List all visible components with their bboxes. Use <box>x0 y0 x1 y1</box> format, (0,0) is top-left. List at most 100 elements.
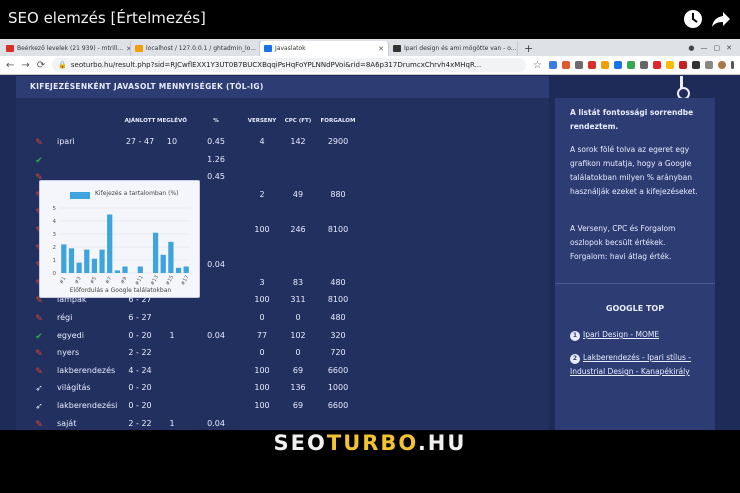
pencil-icon[interactable]: ✎ <box>34 349 44 359</box>
rocket-icon[interactable]: ➶ <box>34 384 44 394</box>
bookmark-star-icon[interactable]: ☆ <box>533 60 542 71</box>
close-icon[interactable]: ✕ <box>726 41 732 56</box>
pencil-icon[interactable]: ✎ <box>34 367 44 377</box>
cell-meglevo: 1 <box>169 418 175 428</box>
keyword-row[interactable]: ✔ egyedi 0 - 20 1 0.04 77 102 320 <box>0 329 549 345</box>
maximize-icon[interactable]: ▢ <box>714 41 721 56</box>
keyword-cell: lakberendezés <box>57 365 116 375</box>
y-tick-label: 3 <box>53 232 57 238</box>
chart-bar <box>175 267 182 273</box>
close-tab-icon[interactable]: ✕ <box>378 45 384 53</box>
keyword-row[interactable]: ➶ lakberendezési 0 - 20 100 69 6600 <box>0 399 549 415</box>
cell-cpc: 83 <box>292 277 304 287</box>
cell-ajanlott: 4 - 24 <box>128 365 152 375</box>
new-tab-button[interactable]: + <box>518 41 539 56</box>
menu-icon[interactable] <box>731 61 734 69</box>
sidebar-intro: A listát fontossági sorrendbe rendeztem. <box>570 108 694 131</box>
minimize-icon[interactable]: — <box>701 41 708 56</box>
pencil-icon[interactable]: ✎ <box>34 314 44 324</box>
puzzle-icon[interactable] <box>705 61 713 69</box>
chart-bar <box>114 270 120 273</box>
share-icon[interactable] <box>711 9 731 29</box>
cell-ajanlott: 6 - 27 <box>128 313 152 322</box>
keyword-cell: saját <box>57 418 77 428</box>
sidebar-columns-note: A Verseny, CPC és Forgalom oszlopok becs… <box>570 224 676 261</box>
keyword-row[interactable]: ✎ saját 2 - 22 1 0.04 <box>0 417 549 430</box>
video-title[interactable]: SEO elemzés [Értelmezés] <box>8 9 206 27</box>
keyword-row[interactable]: ✔ 1.26 <box>0 153 549 169</box>
forward-icon[interactable]: → <box>21 60 29 71</box>
watch-later-icon[interactable] <box>683 9 703 29</box>
extension-icon[interactable] <box>549 61 557 69</box>
extension-icon[interactable] <box>575 61 583 69</box>
extension-icon[interactable] <box>588 61 596 69</box>
favicon-icon <box>135 45 143 52</box>
cell-forgalom: 6600 <box>327 365 349 375</box>
keyword-cell: nyers <box>57 348 80 358</box>
y-tick-label: 2 <box>53 245 57 251</box>
extension-icon[interactable] <box>679 61 687 69</box>
check-icon[interactable]: ✔ <box>34 332 44 342</box>
chart-bar <box>168 241 174 273</box>
lock-icon[interactable]: 🔒 <box>58 61 67 69</box>
google-top-link[interactable]: Ipari Design - MOME <box>583 330 659 339</box>
url-input[interactable]: 🔒 seoturbo.hu/result.php?sid=RJCwflEXX1Y… <box>52 58 527 72</box>
extension-icon[interactable] <box>640 61 648 69</box>
google-top-item[interactable]: 1 Ipari Design - MOME <box>570 328 705 342</box>
rocket-icon[interactable]: ➶ <box>34 402 44 412</box>
url-text: seoturbo.hu/result.php?sid=RJCwflEXX1Y3U… <box>70 61 482 69</box>
back-icon[interactable]: ← <box>6 60 14 71</box>
page-content: KIFEJEZÉSENKÉNT JAVASOLT MENNYISÉGEK (TÓ… <box>0 76 740 430</box>
keyword-cell: egyedi <box>57 330 84 340</box>
google-top-link[interactable]: Lakberendezés - Ipari stílus - Industria… <box>570 353 691 376</box>
cell-pct: 0.45 <box>207 172 225 182</box>
browser-tab[interactable]: Beérkező levelek (21 939) - mtrill...✕ <box>2 41 131 56</box>
keyword-row[interactable]: ✎ régi 6 - 27 0 0 480 <box>0 311 549 327</box>
cell-forgalom: 480 <box>330 313 346 322</box>
extension-icon[interactable] <box>692 61 700 69</box>
extension-icon[interactable] <box>562 61 570 69</box>
logo-seo: SEO <box>273 431 327 455</box>
video-player[interactable]: SEO elemzés [Értelmezés] Beérkező levele… <box>0 0 740 493</box>
y-tick-label: 4 <box>53 219 57 225</box>
browser-tab[interactable]: Ipari design és ami mögötte van - o...✕ <box>389 41 518 56</box>
opera-icon[interactable] <box>653 61 661 69</box>
cell-forgalom: 880 <box>330 189 346 199</box>
cell-cpc: 0 <box>295 313 301 322</box>
pencil-icon[interactable]: ✎ <box>34 138 44 148</box>
tab-bar: Beérkező levelek (21 939) - mtrill...✕lo… <box>0 39 740 56</box>
y-tick-label: 5 <box>53 206 57 212</box>
column-header: CPC (FT) <box>284 118 312 124</box>
browser-tab[interactable]: Javaslatok ✕ <box>260 41 389 56</box>
extension-icon[interactable] <box>627 61 635 69</box>
keyword-row[interactable]: ✎ nyers 2 - 22 0 0 720 <box>0 346 549 362</box>
chart-bar <box>91 258 98 273</box>
cell-ajanlott: 2 - 22 <box>128 348 152 358</box>
keyword-row[interactable]: ✎ ipari 27 - 47 10 0.45 4 142 2900 <box>0 135 549 151</box>
extension-icon[interactable] <box>666 61 674 69</box>
extension-icon[interactable] <box>614 61 622 69</box>
favicon-icon <box>6 45 14 52</box>
keyword-cell: világítás <box>57 383 91 393</box>
x-tick-label: #13 <box>149 274 159 286</box>
x-tick-label: #7 <box>104 276 113 285</box>
avatar[interactable] <box>718 61 726 69</box>
check-icon[interactable]: ✔ <box>34 156 44 166</box>
favicon-icon <box>393 45 401 52</box>
google-top-item[interactable]: 2 Lakberendezés - Ipari stílus - Industri… <box>570 351 705 379</box>
reload-icon[interactable]: ⟳ <box>37 60 45 71</box>
rank-number: 2 <box>570 354 580 364</box>
panel-title: KIFEJEZÉSENKÉNT JAVASOLT MENNYISÉGEK (TÓ… <box>16 76 549 98</box>
tab-label: Ipari design és ami mögötte van - o... <box>404 45 517 52</box>
cell-forgalom: 8100 <box>327 225 349 234</box>
pencil-icon[interactable]: ✎ <box>34 420 44 430</box>
keyword-row[interactable]: ➶ világítás 0 - 20 100 136 1000 <box>0 381 549 397</box>
x-tick-label: #17 <box>180 274 190 286</box>
google-top-title: GOOGLE TOP <box>605 304 665 313</box>
tab-label: Javaslatok <box>275 45 306 52</box>
extension-icon[interactable] <box>601 61 609 69</box>
tab-search-icon[interactable]: ● <box>688 41 694 56</box>
cell-forgalom: 720 <box>330 348 346 358</box>
keyword-row[interactable]: ✎ lakberendezés 4 - 24 100 69 6600 <box>0 364 549 380</box>
browser-tab[interactable]: localhost / 127.0.0.1 / ghtadmin_lo...✕ <box>131 41 260 56</box>
